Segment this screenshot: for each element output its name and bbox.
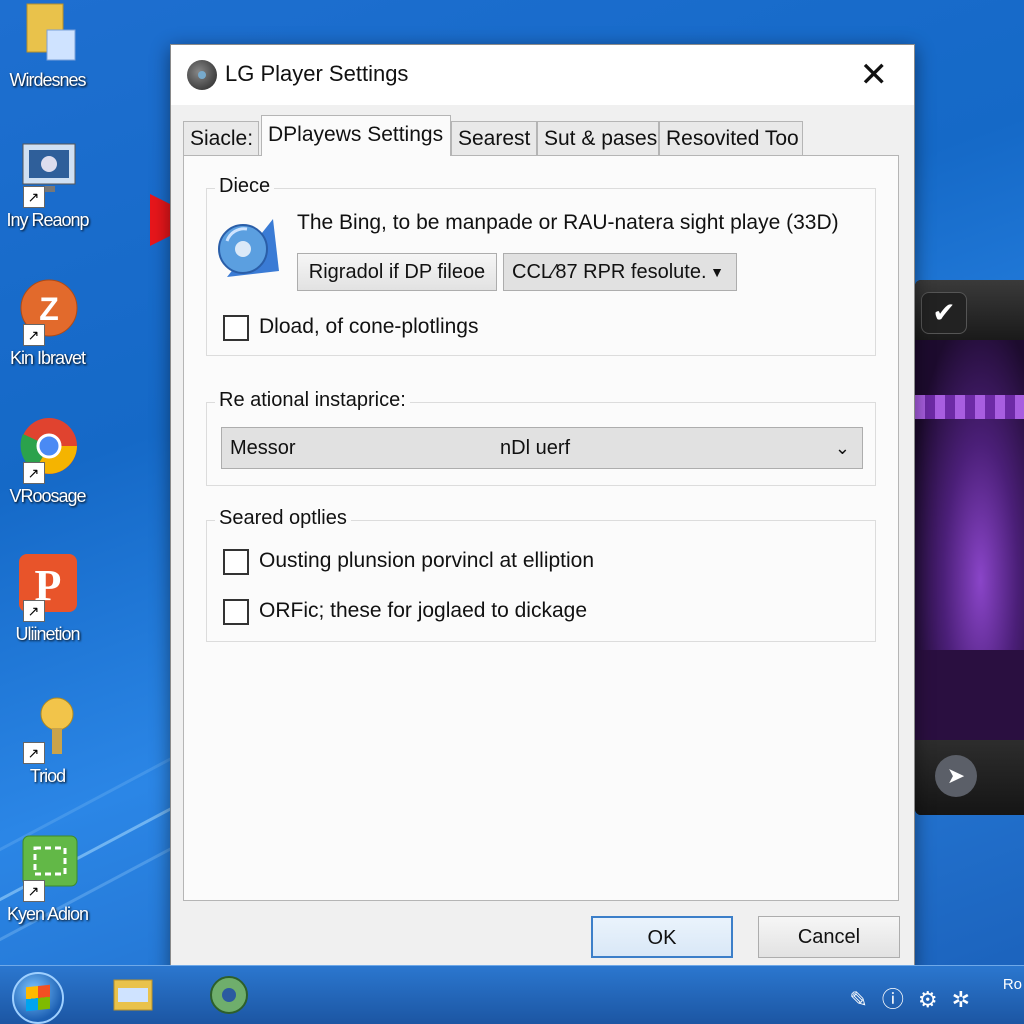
desktop-icon-wirdesnes[interactable]: Wirdesnes: [0, 0, 95, 91]
group-re-ational: Re ational instaprice: Messor nDl uerf ⌄: [206, 389, 876, 486]
lightbulb-icon: ↗: [17, 696, 79, 764]
taskbar-player-icon[interactable]: [204, 974, 254, 1016]
dropdown-center-text: nDl uerf: [500, 437, 571, 459]
shortcut-arrow-icon: ↗: [22, 742, 45, 764]
checkmark-icon[interactable]: ✔: [921, 292, 967, 334]
checkbox-label: Dload, of cone-plotlings: [259, 315, 479, 338]
tab-searest[interactable]: Searest: [451, 121, 537, 155]
shortcut-arrow-icon: ↗: [22, 600, 45, 622]
dialog-titlebar[interactable]: LG Player Settings ✕: [171, 45, 914, 105]
option-label: ORFic; these for joglaed to dickage: [259, 599, 588, 622]
shortcut-arrow-icon: ↗: [22, 186, 45, 208]
instaprice-dropdown[interactable]: Messor nDl uerf ⌄: [221, 427, 863, 469]
cancel-button[interactable]: Cancel: [758, 916, 900, 958]
desktop-icon-label: Kin Ibravet: [9, 348, 86, 368]
dialog-title: LG Player Settings: [225, 61, 409, 86]
tab-sut-pases[interactable]: Sut & pases: [537, 121, 659, 155]
group-title: Diece: [215, 175, 275, 198]
group-diece: Diece The Bing, to be manpade or RAU-nat…: [206, 175, 876, 356]
dropdown-left-text: Messor: [230, 437, 296, 459]
checkbox-dload[interactable]: [223, 315, 249, 341]
scene-floor: [915, 650, 1024, 740]
shortcut-arrow-icon: ↗: [22, 462, 45, 484]
close-icon[interactable]: ✕: [860, 55, 889, 95]
tab-siacle[interactable]: Siacle:: [183, 121, 259, 155]
desktop-icon-kyen-adion[interactable]: ↗ Kyen Adion: [0, 834, 95, 925]
player-video-frame: [915, 340, 1024, 740]
group-title: Seared optlies: [215, 507, 351, 530]
desktop-icon-uliinetion[interactable]: P ↗ Uliinetion: [0, 554, 95, 645]
desktop-icon-label: Uliinetion: [15, 624, 80, 644]
taskbar-clock: Ro: [1002, 976, 1022, 993]
desktop-icon-label: Triod: [29, 766, 66, 786]
rigradol-file-button[interactable]: Rigradol if DP fileoe: [297, 253, 497, 291]
z-app-icon: Z ↗: [17, 278, 79, 346]
shortcut-arrow-icon: ↗: [22, 324, 45, 346]
player-toolbar: ✔: [915, 280, 1024, 340]
resolution-dropdown[interactable]: CCL⁄87 RPR fesolute. ▼: [503, 253, 737, 291]
checkbox-option-2[interactable]: [223, 599, 249, 625]
chrome-icon: ↗: [17, 416, 79, 484]
desktop-icon-label: Iny Reaonp: [6, 210, 89, 230]
folder-icon: [17, 0, 79, 62]
group-seared-optlies: Seared optlies Ousting plunsion porvincl…: [206, 507, 876, 642]
tab-resovited-too[interactable]: Resovited Too: [659, 121, 803, 155]
taskbar: ✎ⓘ⚙✲ Ro: [0, 965, 1024, 1024]
cursor-icon[interactable]: ➤: [935, 755, 977, 797]
settings-dialog: LG Player Settings ✕ Siacle: DPlayews Se…: [170, 44, 915, 974]
desktop-icon-label: Wirdesnes: [9, 70, 86, 90]
tab-dplayews-settings[interactable]: DPlayews Settings: [261, 115, 451, 156]
disc-icon: [213, 215, 279, 277]
group1-description: The Bing, to be manpade or RAU-natera si…: [297, 211, 839, 234]
media-player-window[interactable]: ✔ ➤: [915, 280, 1024, 815]
option-label: Ousting plunsion porvincl at elliption: [259, 549, 595, 572]
desktop-icon-kin-ibravet[interactable]: Z ↗ Kin Ibravet: [0, 278, 95, 369]
desktop-icon-triod[interactable]: ↗ Triod: [0, 696, 95, 787]
shortcut-arrow-icon: ↗: [22, 880, 45, 902]
system-tray-icons[interactable]: ✎ⓘ⚙✲: [849, 982, 984, 1014]
monitor-icon: ↗: [17, 140, 79, 208]
windows-start-icon[interactable]: [12, 972, 64, 1024]
green-app-icon: ↗: [17, 834, 79, 902]
player-controls: ➤: [915, 740, 1024, 815]
player-app-icon: [187, 60, 217, 90]
chevron-down-icon: ⌄: [834, 438, 850, 458]
dropdown-value: CCL⁄87 RPR fesolute.: [512, 261, 707, 283]
p-app-icon: P ↗: [17, 554, 79, 622]
tab-panel: Diece The Bing, to be manpade or RAU-nat…: [183, 155, 899, 901]
desktop-icon-iny-reaonp[interactable]: ↗ Iny Reaonp: [0, 140, 95, 231]
group-title: Re ational instaprice:: [215, 389, 410, 412]
svg-text:Z: Z: [39, 291, 59, 327]
ok-button[interactable]: OK: [591, 916, 733, 958]
taskbar-folder-icon[interactable]: [108, 974, 158, 1016]
desktop-icon-vroosage[interactable]: ↗ VRoosage: [0, 416, 95, 507]
dropdown-arrow-icon: ▼: [710, 264, 724, 280]
scene-awning: [915, 395, 1024, 419]
checkbox-option-1[interactable]: [223, 549, 249, 575]
desktop-icon-label: VRoosage: [9, 486, 86, 506]
desktop-icon-label: Kyen Adion: [6, 904, 89, 924]
